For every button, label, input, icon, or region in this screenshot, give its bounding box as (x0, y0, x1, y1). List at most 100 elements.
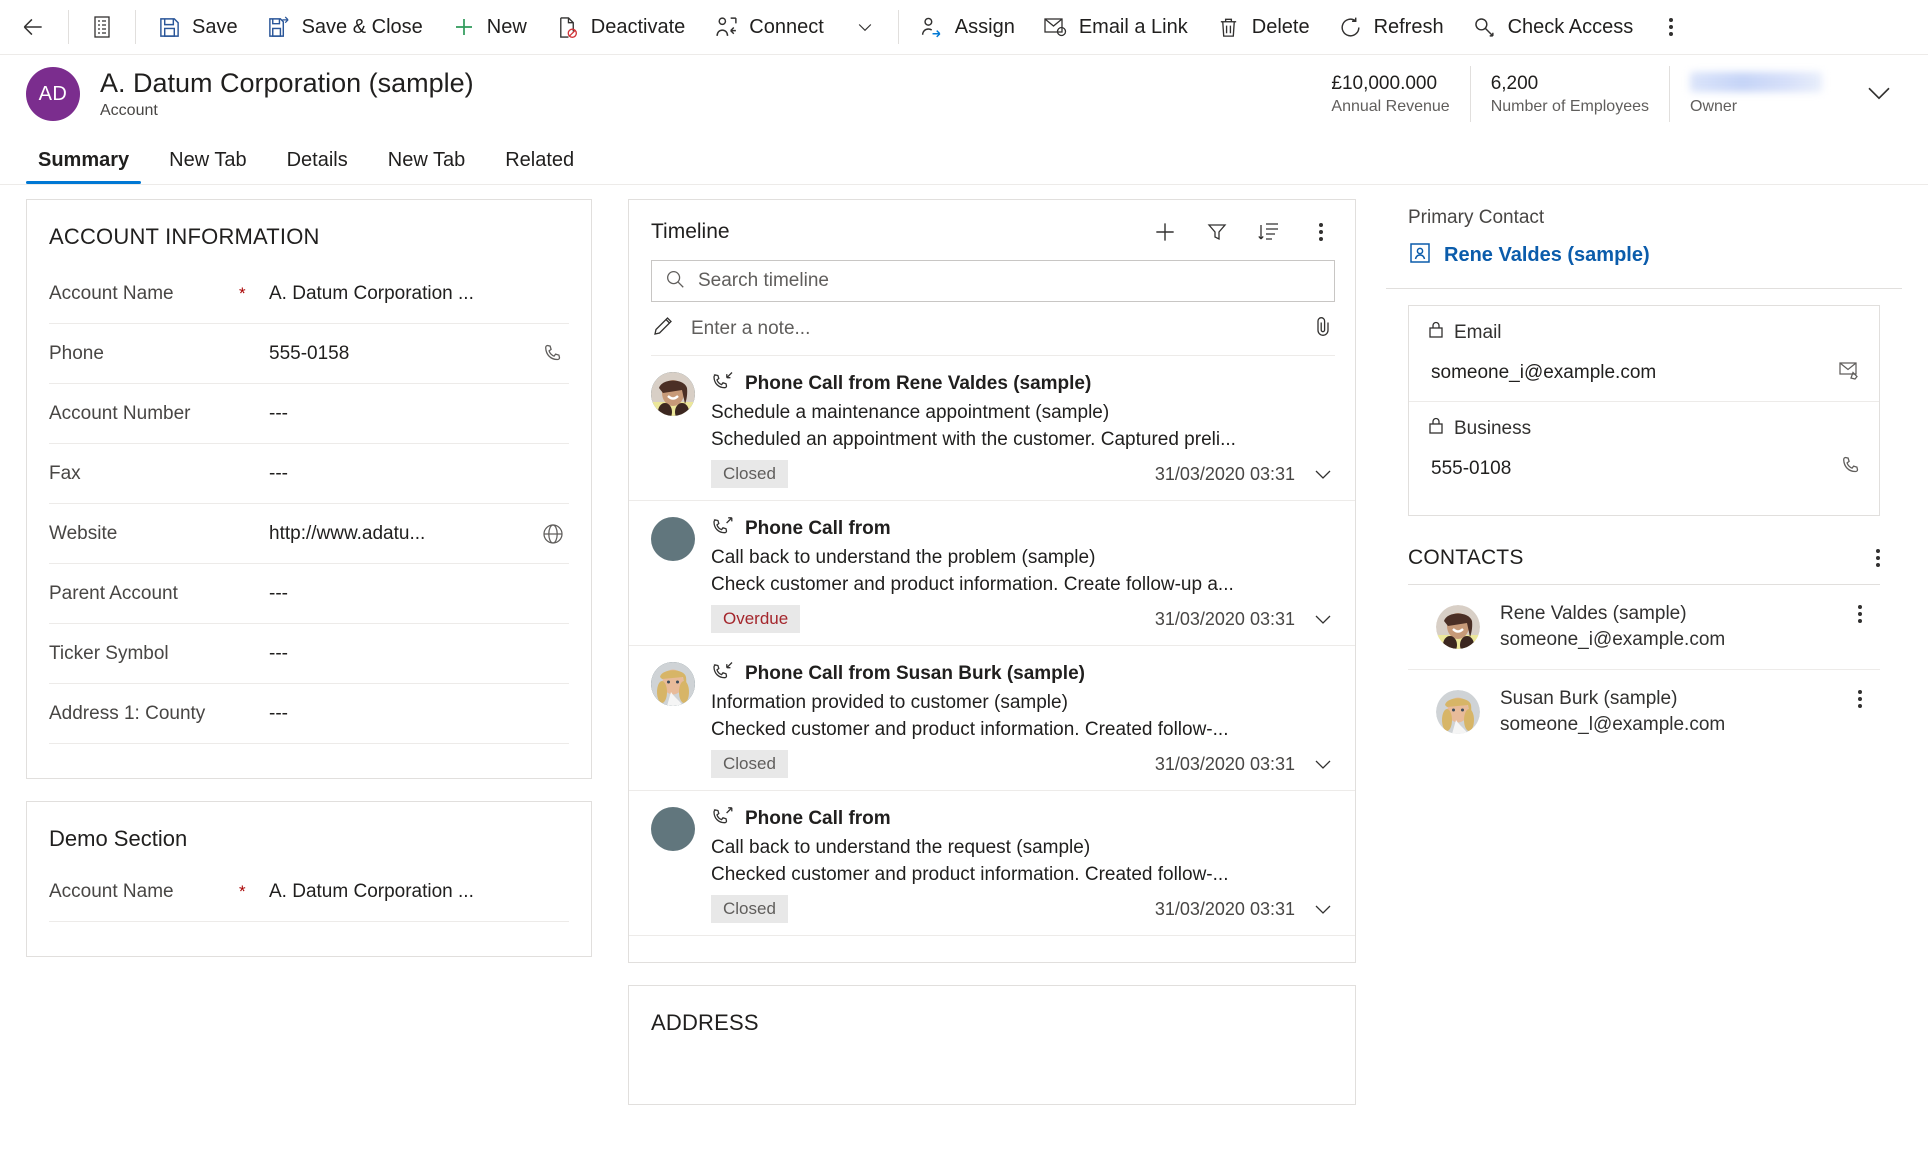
assign-button[interactable]: Assign (905, 3, 1029, 51)
owner-label: Owner (1690, 98, 1738, 115)
outgoing-call-icon (711, 515, 735, 542)
timeline-item-footer: Closed 31/03/2020 03:31 (711, 895, 1335, 923)
timeline-item-heading: Phone Call from Susan Burk (sample) (711, 660, 1335, 687)
tab-related[interactable]: Related (491, 149, 588, 184)
timeline-more-icon[interactable] (1307, 218, 1335, 246)
timeline-item-subject: Phone Call from (745, 807, 891, 829)
timeline-item-heading: Phone Call from (711, 805, 1335, 832)
business-label: Business (1454, 418, 1532, 439)
connect-label: Connect (749, 15, 824, 38)
field-fax[interactable]: Fax --- (49, 444, 569, 504)
email-field-header: Email (1409, 306, 1879, 346)
field-value: --- (269, 642, 288, 664)
timeline-item-time: 31/03/2020 03:31 (1154, 898, 1295, 919)
header-stat-number-of-employees[interactable]: 6,200 Number of Employees (1469, 66, 1669, 122)
field-label: Account Name (49, 282, 174, 304)
list-item[interactable]: Susan Burk (sample) someone_l@example.co… (1408, 670, 1880, 754)
incoming-call-icon (711, 660, 735, 687)
field-parent-account[interactable]: Parent Account --- (49, 564, 569, 624)
check-access-button[interactable]: Check Access (1458, 3, 1648, 51)
back-button[interactable] (14, 3, 62, 51)
key-icon (1472, 14, 1498, 40)
more-commands-button[interactable] (1655, 3, 1687, 51)
timeline-item[interactable]: Phone Call from Rene Valdes (sample) Sch… (629, 356, 1355, 501)
contact-name: Rene Valdes (sample) (1500, 603, 1687, 624)
contact-more-button[interactable] (1858, 690, 1876, 708)
attach-icon[interactable] (1311, 314, 1335, 343)
new-button[interactable]: New (437, 3, 541, 51)
expand-header-button[interactable] (1842, 77, 1910, 112)
timeline-item-line2: Information provided to customer (sample… (711, 692, 1068, 713)
contacts-section: CONTACTS Rene Valdes (sample) someone_i@… (1386, 516, 1902, 754)
status-badge: Overdue (711, 605, 801, 633)
search-input[interactable] (698, 270, 1322, 292)
save-and-close-button[interactable]: Save & Close (252, 3, 437, 51)
deactivate-button[interactable]: Deactivate (541, 3, 700, 51)
field-label: Ticker Symbol (49, 642, 169, 664)
timeline-item-subject: Phone Call from Susan Burk (sample) (745, 662, 1085, 684)
refresh-button[interactable]: Refresh (1324, 3, 1458, 51)
globe-icon[interactable] (537, 522, 569, 546)
delete-button[interactable]: Delete (1202, 3, 1324, 51)
field-address-1-county[interactable]: Address 1: County --- (49, 684, 569, 744)
tab-new-tab-2[interactable]: New Tab (374, 149, 479, 184)
phone-icon[interactable] (537, 342, 569, 366)
chevron-down-icon[interactable] (1311, 897, 1335, 921)
chevron-down-icon[interactable] (1311, 607, 1335, 631)
header-stat-owner[interactable]: Owner (1669, 66, 1842, 122)
contact-more-button[interactable] (1858, 605, 1876, 623)
list-item[interactable]: Rene Valdes (sample) someone_i@example.c… (1408, 585, 1880, 670)
chevron-down-icon[interactable] (1311, 752, 1335, 776)
save-and-close-icon (266, 14, 292, 40)
primary-contact-link[interactable]: Rene Valdes (sample) (1386, 241, 1902, 289)
tab-new-tab-1[interactable]: New Tab (155, 149, 260, 184)
field-phone[interactable]: Phone 555-0158 (49, 324, 569, 384)
business-value-row[interactable]: 555-0108 (1409, 442, 1879, 497)
connect-button[interactable]: Connect (699, 3, 838, 51)
create-timeline-record-icon[interactable] (1151, 218, 1179, 246)
field-account-number[interactable]: Account Number --- (49, 384, 569, 444)
timeline-item[interactable]: Phone Call from Susan Burk (sample) Info… (629, 646, 1355, 791)
annual-revenue-label: Annual Revenue (1331, 98, 1450, 116)
delete-label: Delete (1251, 15, 1310, 38)
timeline-item[interactable]: Phone Call from Call back to understand … (629, 501, 1355, 646)
field-account-name[interactable]: Account Name * A. Datum Corporation ... (49, 264, 569, 324)
form-selector-button[interactable] (75, 3, 129, 51)
connect-dropdown-button[interactable] (838, 3, 892, 51)
field-value: A. Datum Corporation ... (269, 282, 474, 304)
sort-icon[interactable] (1255, 218, 1283, 246)
chevron-down-icon (852, 14, 878, 40)
timeline-item-line2: Call back to understand the request (sam… (711, 837, 1091, 858)
filter-icon[interactable] (1203, 218, 1231, 246)
email-a-link-button[interactable]: Email a Link (1029, 3, 1202, 51)
refresh-label: Refresh (1373, 15, 1444, 38)
timeline-search[interactable] (651, 260, 1335, 302)
header-stat-annual-revenue[interactable]: £10,000.000 Annual Revenue (1311, 66, 1469, 122)
timeline-item[interactable]: Phone Call from Call back to understand … (629, 791, 1355, 936)
field-website[interactable]: Website http://www.adatu... (49, 504, 569, 564)
timeline-item-footer: Overdue 31/03/2020 03:31 (711, 605, 1335, 633)
timeline-item-body: Phone Call from Rene Valdes (sample) Sch… (711, 370, 1335, 488)
email-value-row[interactable]: someone_i@example.com (1409, 346, 1879, 402)
phone-icon[interactable] (1839, 454, 1863, 483)
account-information-card: ACCOUNT INFORMATION Account Name * A. Da… (26, 199, 592, 779)
tab-details[interactable]: Details (273, 149, 362, 184)
field-ticker-symbol[interactable]: Ticker Symbol --- (49, 624, 569, 684)
field-label: Fax (49, 462, 81, 484)
field-demo-account-name[interactable]: Account Name * A. Datum Corporation ... (49, 862, 569, 922)
chevron-down-icon[interactable] (1311, 462, 1335, 486)
contacts-more-button[interactable] (1876, 549, 1880, 567)
timeline-note-row[interactable]: Enter a note... (651, 302, 1335, 356)
tab-summary[interactable]: Summary (24, 149, 143, 184)
number-of-employees-label: Number of Employees (1490, 98, 1649, 116)
timeline-item-footer: Closed 31/03/2020 03:31 (711, 460, 1335, 488)
more-icon (1319, 223, 1323, 241)
more-icon (1858, 690, 1862, 708)
record-title-block: A. Datum Corporation (sample) Account (100, 68, 474, 120)
field-label: Account Number (49, 402, 191, 424)
divider (897, 10, 899, 44)
field-label: Phone (49, 342, 104, 364)
email-icon[interactable] (1837, 358, 1863, 387)
save-button[interactable]: Save (142, 3, 252, 51)
lock-icon (1427, 416, 1445, 442)
